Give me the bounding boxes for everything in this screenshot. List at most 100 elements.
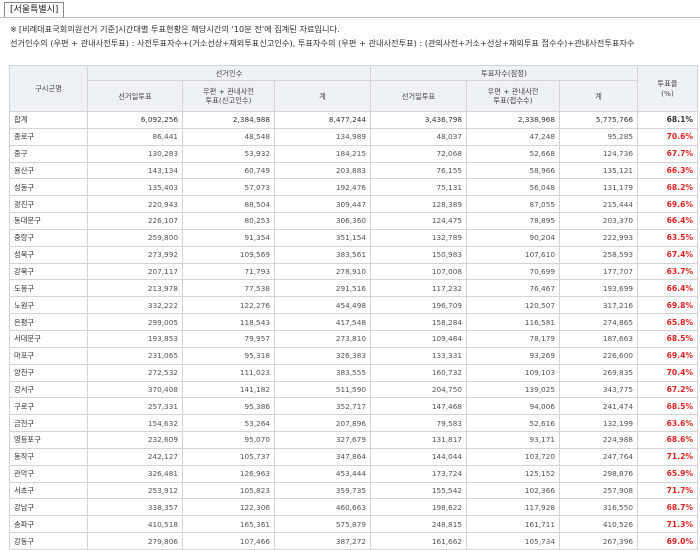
turnout-rate-cell: 66.4% bbox=[637, 212, 698, 230]
turnout-rate-cell: 65.8% bbox=[637, 313, 698, 331]
voters-mail-cell: 78,179 bbox=[466, 329, 560, 348]
electors-mail-cell: 126,963 bbox=[182, 464, 275, 483]
voters-election-day-cell: 198,622 bbox=[370, 498, 467, 517]
voters-mail-cell: 102,366 bbox=[466, 481, 560, 500]
table-row: 성동구 135,403 57,073 192,476 75,131 56,048 131,1… bbox=[9, 178, 698, 197]
electors-total-cell: 347,864 bbox=[274, 447, 371, 466]
turnout-rate-cell: 69.4% bbox=[637, 346, 698, 365]
electors-election-day-cell: 273,992 bbox=[87, 245, 183, 264]
electors-mail-cell: 48,548 bbox=[182, 127, 275, 146]
electors-total-cell: 306,360 bbox=[274, 212, 371, 230]
table-row: 영등포구 232,609 95,070 327,679 131,817 93,171 224… bbox=[9, 431, 698, 449]
turnout-rate-cell: 71.3% bbox=[637, 515, 698, 534]
voters-total-cell: 124,736 bbox=[559, 144, 638, 163]
table-row: 양천구 272,532 111,023 383,555 160,732 109,103 26… bbox=[9, 363, 698, 382]
voters-mail-cell: 76,467 bbox=[466, 279, 560, 298]
electors-mail-cell: 91,354 bbox=[182, 228, 275, 247]
voters-mail-cell: 94,006 bbox=[466, 397, 560, 416]
table-row: 강북구 207,117 71,793 278,910 107,008 70,699 177,… bbox=[9, 262, 698, 281]
turnout-rate-cell: 70.4% bbox=[637, 363, 698, 382]
note-line-1: ※ [비례대표국회의원선거 기준]시간대별 투표현황은 해당시간의 '10분 전'… bbox=[10, 23, 700, 37]
voters-election-day-cell: 75,131 bbox=[370, 178, 467, 197]
voters-election-day-cell: 128,389 bbox=[370, 195, 467, 214]
district-name-cell: 마포구 bbox=[9, 346, 88, 365]
voters-mail-cell: 105,734 bbox=[466, 532, 560, 550]
voters-election-day-cell: 107,008 bbox=[370, 262, 467, 281]
col-voters-total: 계 bbox=[559, 80, 638, 112]
voters-election-day-cell: 160,732 bbox=[370, 363, 467, 382]
district-name-cell: 동대문구 bbox=[9, 212, 88, 230]
voters-mail-cell: 90,204 bbox=[466, 228, 560, 247]
turnout-rate-cell: 67.4% bbox=[637, 245, 698, 264]
voters-total-cell: 258,593 bbox=[559, 245, 638, 264]
turnout-rate-cell: 69.6% bbox=[637, 195, 698, 214]
voters-mail-cell: 116,581 bbox=[466, 313, 560, 331]
electors-election-day-cell: 332,222 bbox=[87, 296, 183, 315]
table-row: 동대문구 226,107 80,253 306,360 124,475 78,895 203… bbox=[9, 212, 698, 230]
electors-election-day-cell: 213,978 bbox=[87, 279, 183, 298]
voters-total-cell: 317,216 bbox=[559, 296, 638, 315]
turnout-rate-cell: 67.2% bbox=[637, 380, 698, 399]
voters-total-cell: 132,199 bbox=[559, 414, 638, 433]
electors-mail-cell: 80,253 bbox=[182, 212, 275, 230]
turnout-rate-cell: 67.7% bbox=[637, 144, 698, 163]
electors-mail-cell: 95,070 bbox=[182, 431, 275, 449]
electors-election-day-cell: 279,806 bbox=[87, 532, 183, 550]
electors-election-day-cell: 242,127 bbox=[87, 447, 183, 466]
voters-total-cell: 316,550 bbox=[559, 498, 638, 517]
voters-election-day-cell: 72,068 bbox=[370, 144, 467, 163]
electors-mail-cell: 88,504 bbox=[182, 195, 275, 214]
electors-total-cell: 454,498 bbox=[274, 296, 371, 315]
table-row: 마포구 231,065 95,318 326,383 133,331 93,269 226,… bbox=[9, 346, 698, 365]
voters-total-cell: 269,835 bbox=[559, 363, 638, 382]
voters-mail-cell: 56,048 bbox=[466, 178, 560, 197]
electors-election-day-cell: 135,403 bbox=[87, 178, 183, 197]
electors-total-cell: 352,717 bbox=[274, 397, 371, 416]
voters-total-cell: 135,121 bbox=[559, 161, 638, 180]
electors-total-cell: 453,444 bbox=[274, 464, 371, 483]
district-name-cell: 광진구 bbox=[9, 195, 88, 214]
voters-total-cell: 343,775 bbox=[559, 380, 638, 399]
voters-total-cell: 224,988 bbox=[559, 431, 638, 449]
table-row: 구로구 257,331 95,386 352,717 147,468 94,006 241,… bbox=[9, 397, 698, 416]
electors-mail-cell: 122,276 bbox=[182, 296, 275, 315]
turnout-rate-cell: 66.3% bbox=[637, 161, 698, 180]
district-name-cell: 강동구 bbox=[9, 532, 88, 550]
electors-mail-cell: 95,318 bbox=[182, 346, 275, 365]
rate-label: 투표율 bbox=[657, 78, 678, 88]
electors-election-day-cell: 86,441 bbox=[87, 127, 183, 146]
voters-mail-cell: 78,895 bbox=[466, 212, 560, 230]
district-name-cell: 구로구 bbox=[9, 397, 88, 416]
electors-election-day-cell: 6,092,256 bbox=[87, 111, 183, 129]
electors-mail-cell: 105,737 bbox=[182, 447, 275, 466]
col-group-voters: 투표자수(잠정) bbox=[370, 65, 638, 81]
table-row: 은평구 299,005 118,543 417,548 158,284 116,581 27… bbox=[9, 313, 698, 331]
voters-election-day-cell: 196,709 bbox=[370, 296, 467, 315]
electors-total-cell: 8,477,244 bbox=[274, 111, 371, 129]
col-electors-mail: 우편 + 관내사전 투표(신고인수) bbox=[182, 80, 275, 112]
electors-election-day-cell: 259,800 bbox=[87, 228, 183, 247]
electors-mail-line2: 투표(신고인수) bbox=[205, 96, 252, 105]
voters-election-day-cell: 204,750 bbox=[370, 380, 467, 399]
district-name-cell: 서초구 bbox=[9, 481, 88, 500]
electors-mail-cell: 165,361 bbox=[182, 515, 275, 534]
turnout-rate-cell: 68.7% bbox=[637, 498, 698, 517]
electors-election-day-cell: 143,134 bbox=[87, 161, 183, 180]
table-header: 구시군명 선거인수 투표자수(잠정) 투표율 (%) 선거일투표 우편 + 관내사… bbox=[9, 65, 698, 112]
electors-election-day-cell: 231,065 bbox=[87, 346, 183, 365]
voters-mail-cell: 109,103 bbox=[466, 363, 560, 382]
electors-total-cell: 309,447 bbox=[274, 195, 371, 214]
title-divider bbox=[0, 17, 700, 18]
voters-total-cell: 95,285 bbox=[559, 127, 638, 146]
electors-election-day-cell: 220,943 bbox=[87, 195, 183, 214]
voters-total-cell: 257,908 bbox=[559, 481, 638, 500]
voters-mail-cell: 103,720 bbox=[466, 447, 560, 466]
col-voters-mail: 우편 + 관내사전 투표(접수수) bbox=[466, 80, 560, 112]
district-name-cell: 송파구 bbox=[9, 515, 88, 534]
electors-election-day-cell: 338,357 bbox=[87, 498, 183, 517]
voters-election-day-cell: 124,475 bbox=[370, 212, 467, 230]
electors-total-cell: 192,476 bbox=[274, 178, 371, 197]
electors-total-cell: 417,548 bbox=[274, 313, 371, 331]
electors-total-cell: 278,910 bbox=[274, 262, 371, 281]
voters-mail-cell: 93,171 bbox=[466, 431, 560, 449]
